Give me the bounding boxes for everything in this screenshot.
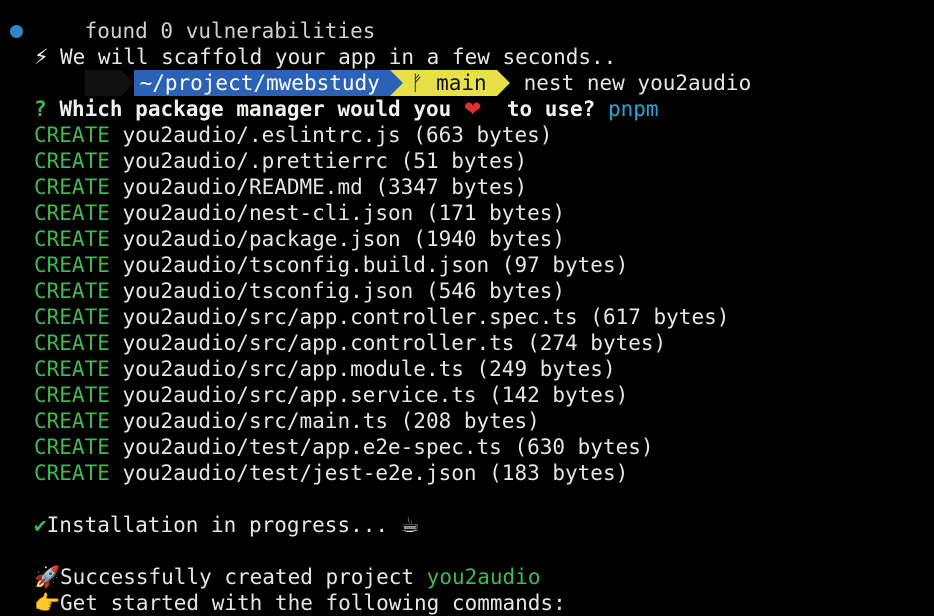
coffee-icon: ☕	[400, 513, 420, 537]
created-file-entry: you2audio/package.json (1940 bytes)	[122, 227, 566, 251]
create-label: CREATE	[34, 201, 110, 225]
create-label: CREATE	[34, 149, 110, 173]
create-label: CREATE	[34, 253, 110, 277]
create-label: CREATE	[34, 357, 110, 381]
create-line: CREATE you2audio/src/app.controller.spec…	[0, 304, 934, 330]
created-file-entry: you2audio/README.md (3347 bytes)	[122, 175, 528, 199]
create-label: CREATE	[34, 435, 110, 459]
create-line: CREATE you2audio/tsconfig.json (546 byte…	[0, 278, 934, 304]
create-line: CREATE you2audio/tsconfig.build.json (97…	[0, 252, 934, 278]
created-file-entry: you2audio/src/app.controller.ts (274 byt…	[122, 331, 667, 355]
created-file-entry: you2audio/nest-cli.json (171 bytes)	[122, 201, 566, 225]
create-line: CREATE you2audio/package.json (1940 byte…	[0, 226, 934, 252]
create-line: CREATE you2audio/.eslintrc.js (663 bytes…	[0, 122, 934, 148]
create-line: CREATE you2audio/test/jest-e2e.json (183…	[0, 460, 934, 486]
create-label: CREATE	[34, 409, 110, 433]
created-file-entry: you2audio/test/jest-e2e.json (183 bytes)	[122, 461, 629, 485]
terminal-output: found 0 vulnerabilities ~/project/mwebst…	[0, 0, 934, 616]
success-line: 🚀Successfully created project you2audio	[0, 564, 934, 590]
question-text-after: to use?	[506, 97, 596, 121]
create-line: CREATE you2audio/nest-cli.json (171 byte…	[0, 200, 934, 226]
created-file-entry: you2audio/src/app.service.ts (142 bytes)	[122, 383, 629, 407]
project-name: you2audio	[426, 565, 541, 589]
created-file-entry: you2audio/tsconfig.build.json (97 bytes)	[122, 253, 629, 277]
check-icon: ✔	[34, 513, 47, 537]
get-started-line: 👉Get started with the following commands…	[0, 590, 934, 616]
create-label: CREATE	[34, 227, 110, 251]
create-label: CREATE	[34, 175, 110, 199]
create-line: CREATE you2audio/src/app.controller.ts (…	[0, 330, 934, 356]
create-line: CREATE you2audio/README.md (3347 bytes)	[0, 174, 934, 200]
get-started-text: Get started with the following commands:	[60, 591, 566, 615]
created-file-entry: you2audio/.prettierrc (51 bytes)	[122, 149, 528, 173]
installation-text: Installation in progress...	[46, 513, 389, 537]
create-line: CREATE you2audio/src/app.service.ts (142…	[0, 382, 934, 408]
create-line: CREATE you2audio/test/app.e2e-spec.ts (6…	[0, 434, 934, 460]
question-line: ? Which package manager would you ❤ to u…	[0, 96, 934, 122]
rocket-icon: 🚀	[34, 565, 61, 589]
scaffold-message: We will scaffold your app in a few secon…	[60, 45, 617, 69]
create-label: CREATE	[34, 461, 110, 485]
pointing-hand-icon: 👉	[34, 591, 61, 615]
created-file-entry: you2audio/test/app.e2e-spec.ts (630 byte…	[122, 435, 654, 459]
create-label: CREATE	[34, 383, 110, 407]
question-answer: pnpm	[607, 97, 659, 121]
heart-icon: ❤	[463, 97, 482, 121]
success-text: Successfully created project	[60, 565, 415, 589]
prompt-line: ~/project/mwebstudy ᚠ main nest new you2…	[0, 18, 934, 96]
created-files-list: CREATE you2audio/.eslintrc.js (663 bytes…	[0, 122, 934, 486]
create-label: CREATE	[34, 279, 110, 303]
lightning-icon: ⚡	[34, 45, 49, 69]
previous-output-line: found 0 vulnerabilities	[0, 0, 934, 43]
create-line: CREATE you2audio/src/app.module.ts (249 …	[0, 356, 934, 382]
created-file-entry: you2audio/src/main.ts (208 bytes)	[122, 409, 540, 433]
created-file-entry: you2audio/tsconfig.json (546 bytes)	[122, 279, 566, 303]
status-dot-icon	[10, 25, 23, 38]
created-file-entry: you2audio/.eslintrc.js (663 bytes)	[122, 123, 553, 147]
create-label: CREATE	[34, 331, 110, 355]
create-line: CREATE you2audio/src/main.ts (208 bytes)	[0, 408, 934, 434]
create-label: CREATE	[34, 305, 110, 329]
create-line: CREATE you2audio/.prettierrc (51 bytes)	[0, 148, 934, 174]
created-file-entry: you2audio/src/app.module.ts (249 bytes)	[122, 357, 616, 381]
create-label: CREATE	[34, 123, 110, 147]
installation-line: ✔Installation in progress... ☕	[0, 512, 934, 538]
created-file-entry: you2audio/src/app.controller.spec.ts (61…	[122, 305, 730, 329]
question-text-before: Which package manager would you	[59, 97, 452, 121]
question-mark: ?	[34, 97, 47, 121]
scaffold-line: ⚡ We will scaffold your app in a few seco…	[0, 44, 934, 70]
